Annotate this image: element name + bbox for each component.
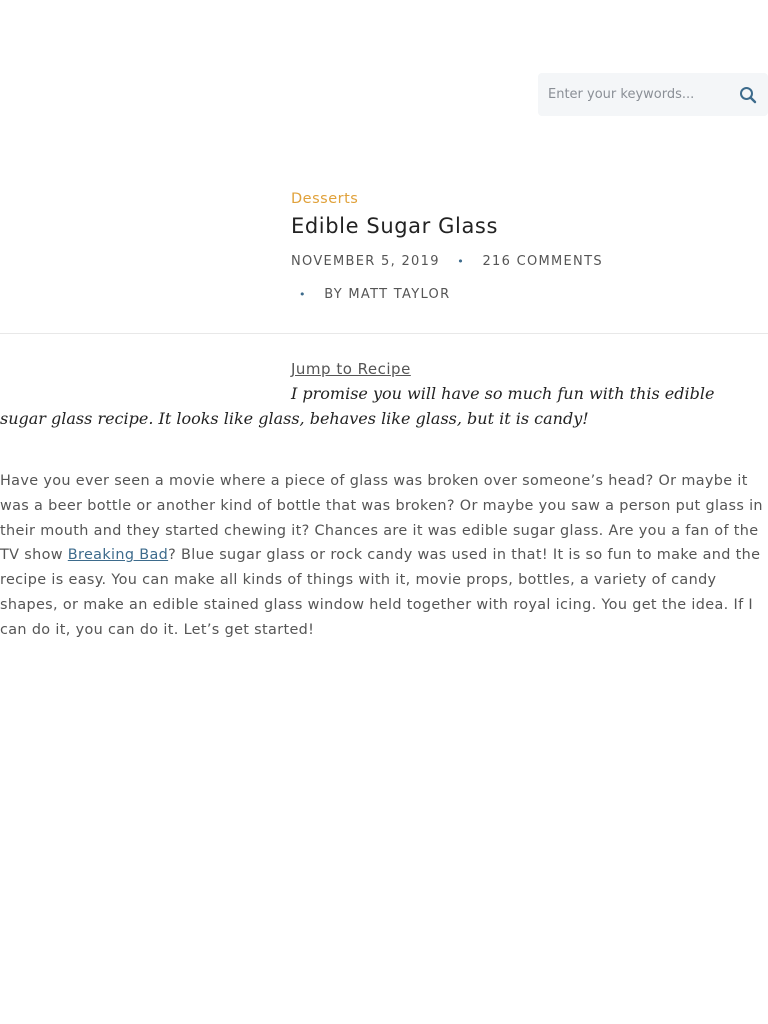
meta-separator: •: [299, 288, 307, 301]
search-form: [538, 73, 768, 116]
breaking-bad-link[interactable]: Breaking Bad: [68, 547, 168, 563]
post-title: Edible Sugar Glass: [291, 214, 498, 238]
author-link[interactable]: By Matt Taylor: [324, 287, 450, 302]
post-meta: November 5, 2019 • 216 Comments • By Mat…: [291, 252, 761, 305]
post-meta-row: • By Matt Taylor: [291, 285, 761, 305]
post-date: November 5, 2019: [291, 254, 440, 269]
header-divider: [0, 333, 768, 334]
body-paragraph: Have you ever seen a movie where a piece…: [0, 469, 766, 643]
meta-separator: •: [457, 255, 466, 268]
search-button[interactable]: [736, 83, 760, 107]
search-icon: [740, 87, 757, 104]
intro-paragraph: I promise you will have so much fun with…: [0, 384, 715, 428]
post-header: Desserts Edible Sugar Glass November 5, …: [291, 188, 761, 305]
comments-link[interactable]: 216 Comments: [482, 254, 602, 269]
jump-to-recipe-link[interactable]: Jump to Recipe: [291, 358, 411, 380]
category-link[interactable]: Desserts: [291, 188, 358, 210]
post-meta-row: November 5, 2019 • 216 Comments: [291, 252, 761, 272]
search-input[interactable]: [548, 73, 728, 116]
